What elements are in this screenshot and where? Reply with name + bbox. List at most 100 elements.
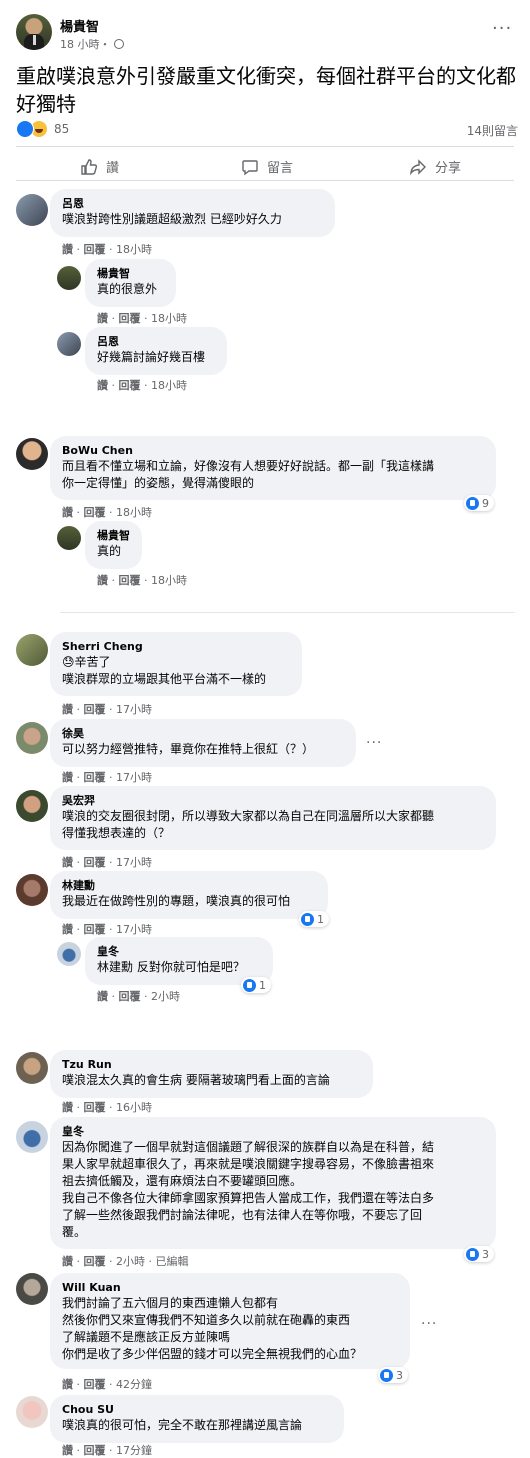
commenter-avatar[interactable] — [16, 1052, 48, 1084]
commenter-name[interactable]: Sherri Cheng — [62, 639, 290, 654]
comment-text: 因為你闖進了一個早就對這個議題了解很深的族群自以為是在科普，結 果人家早就超車很… — [62, 1140, 435, 1239]
comment-reaction-count[interactable]: 1 — [299, 911, 329, 927]
comment-text: 好幾篇討論好幾百樓 — [97, 350, 206, 364]
commenter-name[interactable]: 呂恩 — [62, 196, 323, 211]
comment-more-icon[interactable]: ··· — [366, 735, 382, 751]
comment-reply-link[interactable]: 回覆 — [84, 1444, 106, 1457]
commenter-name[interactable]: Will Kuan — [62, 1280, 398, 1295]
commenter-avatar[interactable] — [16, 722, 48, 754]
comment-reply-link[interactable]: 回覆 — [84, 1255, 106, 1268]
comment-reply-link[interactable]: 回覆 — [84, 243, 106, 256]
comment-time[interactable]: 18小時 — [151, 312, 187, 325]
post-more-icon[interactable]: ··· — [492, 18, 512, 39]
comment-reply-link[interactable]: 回覆 — [84, 506, 106, 519]
comment-count[interactable]: 14則留言 — [467, 122, 518, 139]
commenter-avatar[interactable] — [16, 1121, 48, 1153]
comment-like-link[interactable]: 讚 — [97, 574, 108, 587]
comment-more-icon[interactable]: ··· — [421, 1316, 437, 1332]
comment-bubble: Tzu Run 噗浪混太久真的會生病 要隔著玻璃門看上面的言論 — [50, 1050, 373, 1098]
commenter-avatar[interactable] — [57, 526, 81, 550]
commenter-avatar[interactable] — [16, 438, 48, 470]
comment-time[interactable]: 2小時 — [151, 990, 180, 1003]
comment-bubble: 呂恩 噗浪對跨性別議題超級激烈 已經吵好久力 — [50, 189, 335, 237]
comment-time[interactable]: 17小時 — [116, 856, 152, 869]
comment-reply-link[interactable]: 回覆 — [84, 1101, 106, 1114]
comment-reply-link[interactable]: 回覆 — [84, 771, 106, 784]
comment-time[interactable]: 18小時 — [151, 379, 187, 392]
comment-meta: 讚 · 回覆 · 2小時 · 已編輯 — [62, 1255, 189, 1268]
comment-text: 我最近在做跨性別的專題，噗浪真的很可怕 — [62, 894, 291, 908]
comment-time[interactable]: 17小時 — [116, 771, 152, 784]
comment-like-link[interactable]: 讚 — [62, 506, 73, 519]
comment-time[interactable]: 18小時 — [151, 574, 187, 587]
commenter-avatar[interactable] — [57, 266, 81, 290]
comment-meta: 讚 · 回覆 · 18小時 — [97, 312, 187, 325]
commenter-name[interactable]: 徐昊 — [62, 726, 344, 741]
comment-like-link[interactable]: 讚 — [97, 312, 108, 325]
commenter-name[interactable]: 呂恩 — [97, 334, 215, 349]
comment-like-link[interactable]: 讚 — [62, 1101, 73, 1114]
reaction-summary[interactable]: 85 — [16, 120, 69, 138]
comment-reply-link[interactable]: 回覆 — [119, 312, 141, 325]
commenter-name[interactable]: 皇冬 — [62, 1124, 484, 1139]
post-time[interactable]: 18 小時・ — [60, 36, 124, 52]
comment-like-link[interactable]: 讚 — [62, 703, 73, 716]
comment-like-link[interactable]: 讚 — [62, 771, 73, 784]
comment-bubble: 楊貴智 真的 — [85, 521, 142, 569]
comment-time[interactable]: 2小時 — [116, 1255, 145, 1268]
comment-time[interactable]: 18小時 — [116, 243, 152, 256]
comment-like-link[interactable]: 讚 — [62, 1378, 73, 1391]
like-icon — [466, 496, 479, 510]
commenter-avatar[interactable] — [16, 1396, 48, 1428]
commenter-name[interactable]: BoWu Chen — [62, 443, 484, 458]
comment-reaction-count[interactable]: 9 — [464, 495, 494, 511]
commenter-name[interactable]: 吳宏羿 — [62, 793, 484, 808]
comment-like-link[interactable]: 讚 — [97, 379, 108, 392]
comment-bubble: 林建勳 我最近在做跨性別的專題，噗浪真的很可怕 — [50, 871, 328, 919]
comment-reaction-count[interactable]: 3 — [378, 1367, 408, 1383]
commenter-avatar[interactable] — [16, 790, 48, 822]
comment-reaction-count[interactable]: 1 — [241, 977, 271, 993]
comment-time[interactable]: 18小時 — [116, 506, 152, 519]
comment-time[interactable]: 17分鐘 — [116, 1444, 152, 1457]
comment-like-link[interactable]: 讚 — [62, 923, 73, 936]
like-button[interactable]: 讚 — [80, 157, 119, 176]
comment-reply-link[interactable]: 回覆 — [84, 1378, 106, 1391]
comment-reply-link[interactable]: 回覆 — [84, 856, 106, 869]
comment-like-link[interactable]: 讚 — [62, 1444, 73, 1457]
comment-reply-link[interactable]: 回覆 — [119, 990, 141, 1003]
post-author[interactable]: 楊貴智 — [60, 16, 99, 35]
comment-like-link[interactable]: 讚 — [62, 243, 73, 256]
commenter-avatar[interactable] — [57, 332, 81, 356]
comment-time[interactable]: 42分鐘 — [116, 1378, 152, 1391]
comment-bubble: Chou SU 噗浪真的很可怕，完全不敢在那裡講逆風言論 — [50, 1395, 344, 1443]
comment-time[interactable]: 16小時 — [116, 1101, 152, 1114]
comment-reply-link[interactable]: 回覆 — [119, 574, 141, 587]
commenter-name[interactable]: 楊貴智 — [97, 266, 164, 281]
comment-reply-link[interactable]: 回覆 — [84, 703, 106, 716]
comment-reply-link[interactable]: 回覆 — [119, 379, 141, 392]
commenter-name[interactable]: Tzu Run — [62, 1057, 361, 1072]
comment-time[interactable]: 17小時 — [116, 923, 152, 936]
comment-like-link[interactable]: 讚 — [62, 1255, 73, 1268]
commenter-avatar[interactable] — [16, 194, 48, 226]
comment-like-link[interactable]: 讚 — [62, 856, 73, 869]
commenter-name[interactable]: 皇冬 — [97, 944, 261, 959]
comment-text: 真的 — [97, 544, 122, 558]
commenter-name[interactable]: Chou SU — [62, 1402, 332, 1417]
comment-reaction-count[interactable]: 3 — [464, 1246, 494, 1262]
commenter-avatar[interactable] — [57, 942, 81, 966]
commenter-avatar[interactable] — [16, 1273, 48, 1305]
author-avatar[interactable] — [16, 14, 52, 50]
commenter-avatar[interactable] — [16, 634, 48, 666]
share-button[interactable]: 分享 — [409, 157, 461, 176]
commenter-name[interactable]: 楊貴智 — [97, 528, 130, 543]
commenter-avatar[interactable] — [16, 874, 48, 906]
comment-bubble: Sherri Cheng 😓辛苦了 噗浪群眾的立場跟其他平台滿不一樣的 — [50, 632, 302, 696]
comment-time[interactable]: 17小時 — [116, 703, 152, 716]
commenter-name[interactable]: 林建勳 — [62, 878, 316, 893]
comment-text: 可以努力經營推特，畢竟你在推特上很紅（？） — [62, 742, 315, 756]
comment-reply-link[interactable]: 回覆 — [84, 923, 106, 936]
comment-button[interactable]: 留言 — [241, 157, 293, 176]
comment-like-link[interactable]: 讚 — [97, 990, 108, 1003]
